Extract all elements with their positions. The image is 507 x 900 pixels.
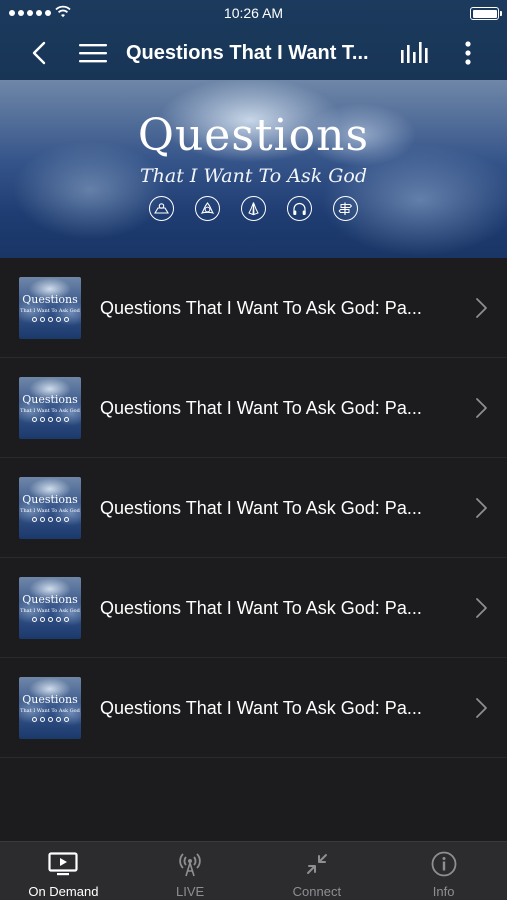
episode-thumbnail: Questions That I Want To Ask God — [19, 377, 81, 439]
thumbnail-title: Questions — [22, 293, 78, 306]
chevron-right-icon — [476, 498, 487, 518]
thumbnail-icon-row — [19, 717, 81, 722]
thumbnail-subtitle: That I Want To Ask God — [20, 608, 80, 614]
thumbnail-title: Questions — [22, 493, 78, 506]
episode-title: Questions That I Want To Ask God: Pa... — [100, 298, 422, 318]
hamburger-icon — [79, 44, 107, 63]
tab-bar: On Demand LIVE Connect Info — [0, 841, 507, 900]
list-item[interactable]: Questions That I Want To Ask God Questio… — [0, 458, 507, 558]
tab-on-demand[interactable]: On Demand — [0, 842, 127, 900]
page-title: Questions That I Want T... — [126, 42, 369, 64]
status-bar: 10:26 AM — [0, 0, 507, 26]
episode-title: Questions That I Want To Ask God: Pa... — [100, 698, 422, 718]
headphones-icon — [287, 196, 312, 221]
list-item[interactable]: Questions That I Want To Ask God Questio… — [0, 358, 507, 458]
thumbnail-icon-row — [19, 517, 81, 522]
thumbnail-subtitle: That I Want To Ask God — [20, 308, 80, 314]
episode-thumbnail: Questions That I Want To Ask God — [19, 577, 81, 639]
connect-arrows-icon — [254, 850, 381, 878]
app-header: 10:26 AM Questions That I Want T... — [0, 0, 507, 80]
equalizer-icon — [401, 42, 428, 63]
menu-button[interactable] — [76, 26, 110, 80]
thumbnail-icon-row — [19, 317, 81, 322]
thumbnail-icon-row — [19, 417, 81, 422]
chevron-right-icon — [476, 398, 487, 418]
map-icon — [149, 196, 174, 221]
more-vertical-icon — [465, 41, 471, 65]
broadcast-icon — [127, 850, 254, 878]
battery-icon — [470, 7, 502, 20]
thumbnail-title: Questions — [22, 393, 78, 406]
tab-label: Info — [432, 884, 455, 899]
banner-icon-row — [0, 196, 507, 221]
list-item[interactable]: Questions That I Want To Ask God Questio… — [0, 658, 507, 758]
chevron-left-icon — [32, 41, 46, 65]
episode-thumbnail: Questions That I Want To Ask God — [19, 277, 81, 339]
thumbnail-subtitle: That I Want To Ask God — [20, 708, 80, 714]
banner-title: Questions — [137, 110, 370, 161]
tv-play-icon — [0, 850, 127, 878]
banner-subtitle: That I Want To Ask God — [139, 165, 368, 187]
info-icon — [380, 850, 507, 878]
back-button[interactable] — [22, 26, 56, 80]
episode-thumbnail: Questions That I Want To Ask God — [19, 477, 81, 539]
episode-thumbnail: Questions That I Want To Ask God — [19, 677, 81, 739]
tab-label: Connect — [292, 884, 342, 899]
thumbnail-title: Questions — [22, 693, 78, 706]
now-playing-button[interactable] — [397, 26, 433, 80]
list-item[interactable]: Questions That I Want To Ask God Questio… — [0, 258, 507, 358]
thumbnail-icon-row — [19, 617, 81, 622]
nav-bar: Questions That I Want T... — [0, 26, 507, 80]
tab-label: LIVE — [176, 884, 205, 899]
tab-connect[interactable]: Connect — [254, 842, 381, 900]
status-time: 10:26 AM — [223, 5, 284, 21]
trinity-icon — [195, 196, 220, 221]
thumbnail-subtitle: That I Want To Ask God — [20, 408, 80, 414]
chevron-right-icon — [476, 298, 487, 318]
episode-title: Questions That I Want To Ask God: Pa... — [100, 598, 422, 618]
episode-title: Questions That I Want To Ask God: Pa... — [100, 498, 422, 518]
thumbnail-subtitle: That I Want To Ask God — [20, 508, 80, 514]
chevron-right-icon — [476, 598, 487, 618]
list-item[interactable]: Questions That I Want To Ask God Questio… — [0, 558, 507, 658]
episode-list: Questions That I Want To Ask God Questio… — [0, 258, 507, 758]
episode-title: Questions That I Want To Ask God: Pa... — [100, 398, 422, 418]
more-options-button[interactable] — [452, 26, 484, 80]
praying-hands-icon — [241, 196, 266, 221]
chevron-right-icon — [476, 698, 487, 718]
tab-info[interactable]: Info — [380, 842, 507, 900]
thumbnail-title: Questions — [22, 593, 78, 606]
tab-label: On Demand — [28, 884, 99, 899]
signpost-icon — [333, 196, 358, 221]
tab-live[interactable]: LIVE — [127, 842, 254, 900]
series-banner: Questions That I Want To Ask God — [0, 80, 507, 258]
